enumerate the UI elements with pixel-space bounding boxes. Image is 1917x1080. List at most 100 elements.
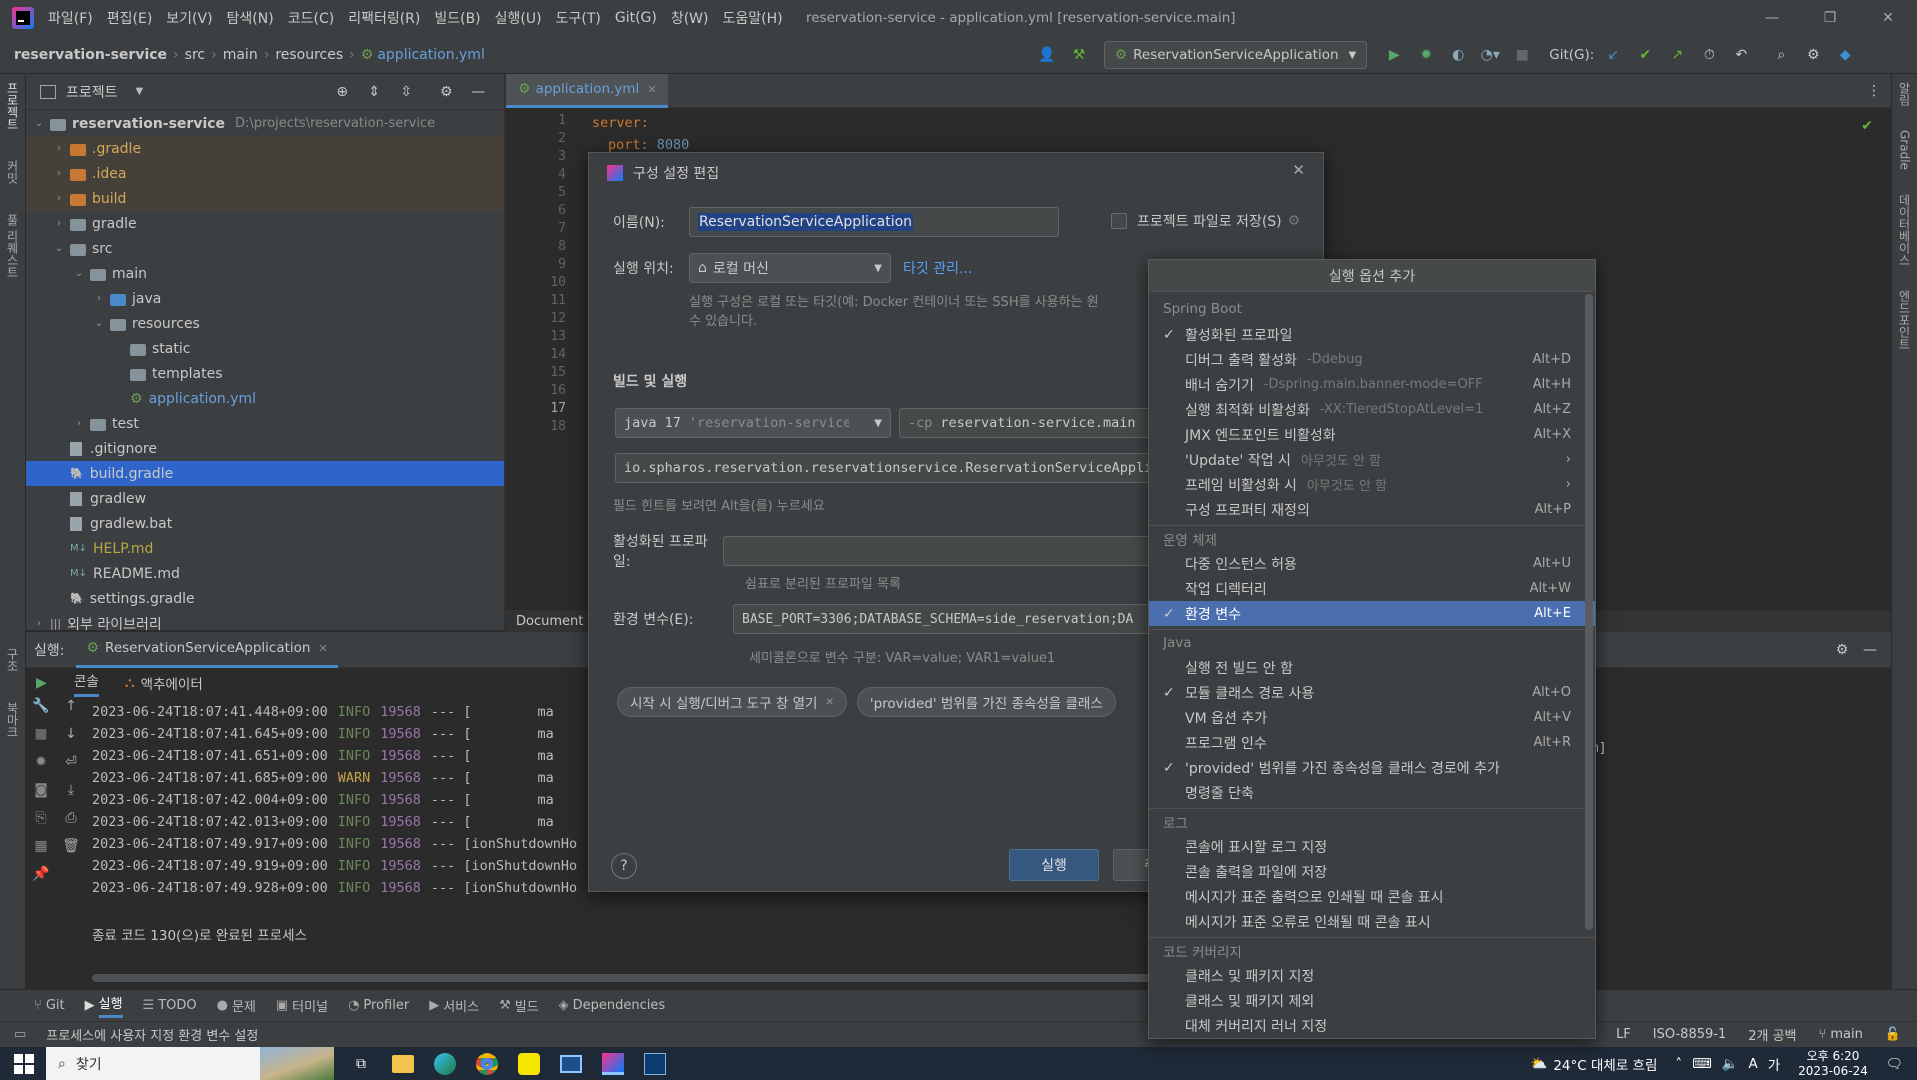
breadcrumb-item[interactable]: application.yml bbox=[377, 47, 485, 63]
minimize-button[interactable]: — bbox=[1743, 10, 1801, 26]
tool-tab-pull-requests[interactable]: 풀 리퀘스트 bbox=[4, 214, 21, 278]
tool-button-todo[interactable]: TODO bbox=[158, 998, 196, 1013]
close-icon[interactable]: ✕ bbox=[647, 83, 656, 96]
run-icon[interactable]: ▶ bbox=[1381, 42, 1407, 68]
store-checkbox[interactable] bbox=[1111, 213, 1127, 229]
tool-tab-endpoints[interactable]: 엔드포인트 bbox=[1896, 290, 1913, 350]
file-explorer-icon[interactable] bbox=[392, 1054, 414, 1073]
line-separator[interactable]: LF bbox=[1616, 1027, 1631, 1042]
user-icon[interactable]: 👤 bbox=[1034, 42, 1060, 68]
chevron-right-icon[interactable]: › bbox=[72, 418, 86, 429]
chevron-down-icon[interactable]: ▼ bbox=[136, 86, 144, 97]
popup-option[interactable]: 클래스 및 패키지 지정 bbox=[1149, 963, 1595, 988]
file-encoding[interactable]: ISO-8859-1 bbox=[1653, 1027, 1726, 1042]
gear-icon[interactable]: ⚙ bbox=[1800, 42, 1826, 68]
jetbrains-icon[interactable]: ◆ bbox=[1832, 42, 1858, 68]
locate-icon[interactable]: ⊕ bbox=[329, 79, 355, 105]
popup-option[interactable]: 배너 숨기기 -Dspring.main.banner-mode=OFF Alt+H bbox=[1149, 372, 1595, 397]
tree-item[interactable]: › java bbox=[26, 286, 504, 311]
popup-option[interactable]: ✓ 활성화된 프로파일 bbox=[1149, 322, 1595, 347]
menu-item[interactable]: 탐색(N) bbox=[227, 8, 274, 28]
chevron-right-icon[interactable]: › bbox=[32, 618, 46, 629]
menu-item[interactable]: 빌드(B) bbox=[434, 8, 480, 28]
menu-item[interactable]: Git(G) bbox=[615, 10, 657, 26]
chevron-up-icon[interactable]: ˄ bbox=[1675, 1056, 1682, 1072]
notification-icon[interactable]: 🗨 bbox=[1886, 1056, 1903, 1072]
print-icon[interactable]: ⎙ bbox=[65, 810, 76, 826]
popup-option[interactable]: 'Update' 작업 시 아무것도 안 함 › bbox=[1149, 447, 1595, 472]
git-push-icon[interactable]: ↗ bbox=[1664, 42, 1690, 68]
tool-button-problems[interactable]: 문제 bbox=[232, 996, 256, 1015]
close-icon[interactable]: ✕ bbox=[1292, 161, 1305, 179]
popup-option[interactable]: 프로그램 인수 Alt+R bbox=[1149, 730, 1595, 755]
popup-option[interactable]: 다중 인스턴스 허용 Alt+U bbox=[1149, 551, 1595, 576]
popup-option[interactable]: 브랜치 커버리지와 테스트 추적 활성화 bbox=[1149, 1038, 1595, 1039]
help-button[interactable]: ? bbox=[611, 853, 637, 879]
layout-icon[interactable]: ▦ bbox=[34, 838, 47, 854]
popup-option[interactable]: 대체 커버리지 러너 지정 bbox=[1149, 1013, 1595, 1038]
name-field[interactable]: ReservationServiceApplication bbox=[689, 207, 1059, 237]
build-hammer-icon[interactable]: ⚒ bbox=[1066, 42, 1092, 68]
close-icon[interactable]: ✕ bbox=[318, 642, 327, 655]
tree-item[interactable]: ⌄ src bbox=[26, 236, 504, 261]
gear-icon[interactable]: ⚙ bbox=[1288, 213, 1301, 229]
input-language[interactable]: A bbox=[1748, 1056, 1757, 1072]
wrench-icon[interactable]: 🔧 bbox=[32, 698, 49, 714]
profile-icon[interactable]: ◔▾ bbox=[1477, 42, 1503, 68]
popup-option[interactable]: 작업 디렉터리 Alt+W bbox=[1149, 576, 1595, 601]
volume-icon[interactable]: 🔈 bbox=[1722, 1056, 1739, 1072]
menu-item[interactable]: 도구(T) bbox=[556, 8, 601, 28]
tree-item[interactable]: › .idea bbox=[26, 161, 504, 186]
tree-item[interactable]: ⌄ resources bbox=[26, 311, 504, 336]
git-update-icon[interactable]: ↙ bbox=[1600, 42, 1626, 68]
windows-start-icon[interactable] bbox=[14, 1053, 34, 1074]
console-output[interactable]: 2023-06-24T18:07:41.448+09:00 INFO 19568 --… bbox=[92, 704, 643, 902]
chevron-down-icon[interactable]: ⌄ bbox=[92, 318, 106, 329]
pin-icon[interactable]: 📌 bbox=[32, 866, 49, 882]
git-branch[interactable]: main bbox=[1830, 1027, 1862, 1042]
tree-item[interactable]: 🐘 settings.gradle bbox=[26, 586, 504, 611]
classpath-field[interactable]: -cp reservation-service.main bbox=[899, 408, 1165, 438]
popup-option[interactable]: 프레임 비활성화 시 아무것도 안 함 › bbox=[1149, 472, 1595, 497]
chevron-right-icon[interactable]: › bbox=[52, 193, 66, 204]
rollback-icon[interactable]: ↶ bbox=[1728, 42, 1754, 68]
history-icon[interactable]: ⏱ bbox=[1696, 42, 1722, 68]
tool-button-dependencies[interactable]: Dependencies bbox=[573, 998, 666, 1013]
more-icon[interactable]: ⋮ bbox=[1861, 78, 1887, 104]
menu-item[interactable]: 코드(C) bbox=[288, 8, 334, 28]
trash-icon[interactable]: 🗑 bbox=[62, 838, 80, 854]
bug-icon[interactable]: ✹ bbox=[35, 754, 47, 770]
tree-item[interactable]: M↓ README.md bbox=[26, 561, 504, 586]
tool-tab-notifications[interactable]: 알림 bbox=[1896, 82, 1913, 106]
tree-item[interactable]: .gitignore bbox=[26, 436, 504, 461]
popup-option[interactable]: 명령줄 단축 bbox=[1149, 780, 1595, 805]
tree-item[interactable]: 🐘 build.gradle bbox=[26, 461, 504, 486]
export-icon[interactable]: ⎘ bbox=[35, 810, 46, 826]
tool-button-git[interactable]: Git bbox=[46, 998, 65, 1013]
tool-button-terminal[interactable]: 터미널 bbox=[292, 996, 328, 1015]
menu-item[interactable]: 리팩터링(R) bbox=[348, 8, 420, 28]
network-icon[interactable]: ⌨ bbox=[1692, 1056, 1712, 1072]
popup-option[interactable]: VM 옵션 추가 Alt+V bbox=[1149, 705, 1595, 730]
option-chip-provided-scope[interactable]: 'provided' 범위를 가진 종속성을 클래스 bbox=[856, 687, 1116, 717]
stop-icon[interactable]: ■ bbox=[1509, 42, 1535, 68]
chevron-down-icon[interactable]: ⌄ bbox=[32, 118, 46, 129]
window-icon[interactable]: ▭ bbox=[14, 1027, 26, 1042]
search-icon[interactable]: ⌕ bbox=[1768, 42, 1794, 68]
ime-icon[interactable]: 가 bbox=[1768, 1054, 1780, 1074]
popup-option[interactable]: 메시지가 표준 오류로 인쇄될 때 콘솔 표시 bbox=[1149, 909, 1595, 934]
popup-option[interactable]: 실행 최적화 비활성화 -XX:TieredStopAtLevel=1 Alt+Z bbox=[1149, 397, 1595, 422]
menu-item[interactable]: 파일(F) bbox=[48, 8, 93, 28]
popup-option[interactable]: 콘솔 출력을 파일에 저장 bbox=[1149, 859, 1595, 884]
camera-icon[interactable]: ◙ bbox=[34, 782, 48, 798]
gear-icon[interactable]: ⚙ bbox=[1829, 637, 1855, 663]
tool-tab-bookmarks[interactable]: 북마크 bbox=[4, 702, 21, 738]
editor-tab-application-yml[interactable]: ⚙ application.yml ✕ bbox=[506, 73, 669, 108]
manage-targets-link[interactable]: 타깃 관리... bbox=[903, 258, 972, 278]
popup-option[interactable]: JMX 엔드포인트 비활성화 Alt+X bbox=[1149, 422, 1595, 447]
task-view-icon[interactable]: ⧉ bbox=[356, 1056, 366, 1072]
tool-button-profiler[interactable]: Profiler bbox=[363, 998, 409, 1013]
popup-option[interactable]: 실행 전 빌드 안 함 bbox=[1149, 655, 1595, 680]
tree-item[interactable]: static bbox=[26, 336, 504, 361]
breadcrumb-item[interactable]: src bbox=[185, 47, 205, 63]
